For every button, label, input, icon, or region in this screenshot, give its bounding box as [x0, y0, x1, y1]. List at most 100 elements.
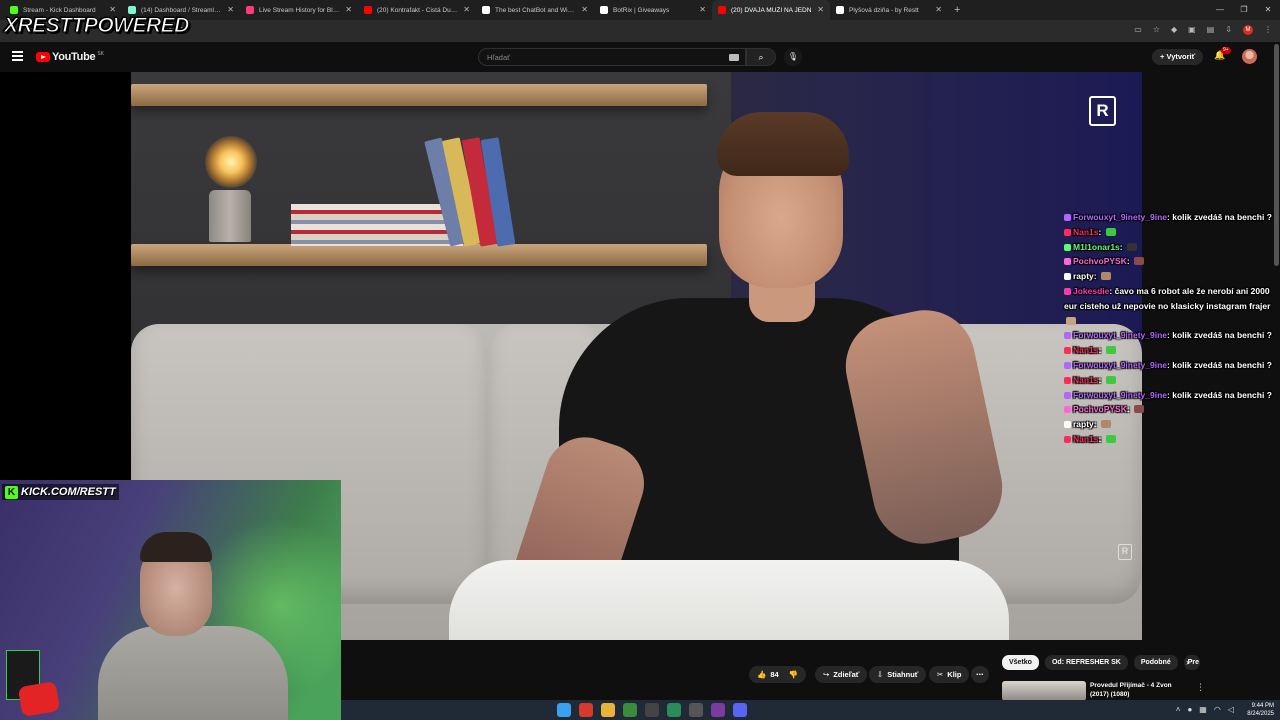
browser-tab[interactable]: Plyšová dziňa - by Restt ✕	[830, 0, 948, 20]
chat-username: rapty	[1073, 271, 1094, 282]
search-button[interactable]: ⌕	[746, 48, 776, 66]
video-book-stack	[291, 204, 463, 246]
maximize-button[interactable]: ❐	[1232, 0, 1256, 20]
share-icon: ↪	[823, 670, 830, 679]
cast-icon[interactable]: ▭	[1134, 25, 1142, 35]
tab-close-icon[interactable]: ✕	[817, 5, 824, 14]
download-button[interactable]: ⇩ Stiahnuť	[869, 666, 927, 683]
terminal-icon[interactable]	[689, 703, 703, 717]
recommendation-thumbnail[interactable]	[1002, 681, 1086, 701]
network-icon[interactable]: ▦	[1199, 705, 1207, 714]
taskbar-apps	[557, 703, 747, 717]
scissors-icon: ✂	[937, 670, 944, 679]
webcam-overlay	[0, 480, 341, 720]
video-shelf-bottom	[131, 244, 707, 266]
tab-favicon-icon	[600, 6, 608, 14]
browser-tab[interactable]: The best ChatBot and Widgets ✕	[476, 0, 594, 20]
kick-logo-icon: K	[5, 485, 18, 499]
clip-button[interactable]: ✂ Klip	[929, 666, 970, 683]
recommendation-more-icon[interactable]: ⋮	[1196, 682, 1205, 693]
like-button[interactable]: 👍 84 👎	[749, 666, 807, 683]
chat-badge-icon	[1064, 376, 1071, 384]
obs-icon[interactable]	[645, 703, 659, 717]
start-icon[interactable]	[557, 703, 571, 717]
recommendation-title[interactable]: Provedul Přijímač - 4 Zvon (2017) (1080)	[1090, 681, 1190, 699]
browser-tab[interactable]: (20) DVAJA MUŽI NA JEDN ✕	[712, 0, 830, 20]
taskbar-clock[interactable]: 9:44 PM 8/24/2025	[1247, 702, 1274, 718]
thumb-down-icon[interactable]: 👎	[789, 670, 798, 679]
chat-username: Nan1s	[1073, 433, 1099, 444]
puzzle-icon[interactable]: ▣	[1188, 25, 1196, 35]
tab-close-icon[interactable]: ✕	[345, 5, 352, 14]
page-scrollbar[interactable]	[1274, 44, 1279, 266]
search-input[interactable]: Hľadať	[478, 48, 746, 66]
brave-icon[interactable]	[579, 703, 593, 717]
account-avatar[interactable]	[1242, 49, 1257, 64]
video-watermark-logo: R	[1089, 96, 1116, 126]
chat-emote-icon	[1134, 405, 1145, 414]
minimize-button[interactable]: —	[1208, 0, 1232, 20]
region-code: SK	[97, 50, 104, 57]
app-icon[interactable]	[667, 703, 681, 717]
profile-icon[interactable]: M	[1243, 25, 1253, 35]
chrome-icon[interactable]	[623, 703, 637, 717]
chip-all[interactable]: Všetko	[1002, 655, 1039, 670]
tab-close-icon[interactable]: ✕	[109, 5, 116, 14]
chat-message: Forwouxyt_9inety_9ine: kolik zvedáš na b…	[1064, 328, 1276, 343]
chat-message: Nan1s:	[1064, 373, 1276, 388]
clip-label: Klip	[947, 670, 962, 679]
create-button[interactable]: + Vytvoriť	[1152, 49, 1204, 65]
chat-username: Forwouxyt_9inety_9ine	[1073, 212, 1168, 222]
volume-icon[interactable]: ◁	[1228, 705, 1234, 714]
share-button[interactable]: ↪ Zdieľať	[815, 666, 868, 683]
notification-badge: 9+	[1221, 47, 1231, 54]
close-window-button[interactable]: ✕	[1256, 0, 1280, 20]
thumb-up-icon: 👍	[757, 670, 767, 679]
keyboard-icon[interactable]	[729, 54, 739, 61]
folder-icon[interactable]	[601, 703, 615, 717]
tab-close-icon[interactable]: ✕	[581, 5, 588, 14]
tray-chevron-icon[interactable]: ˄	[1176, 705, 1181, 714]
youtube-logo[interactable]: YouTube SK	[36, 51, 104, 63]
screen: Stream - Kick Dashboard ✕ (14) Dashboard /…	[0, 0, 1280, 720]
video-corner-watermark: R	[1118, 544, 1132, 560]
chat-emote-icon	[1066, 316, 1076, 325]
chip-from-channel[interactable]: Od: REFRESHER SK	[1044, 655, 1128, 670]
tab-label: (20) DVAJA MUŽI NA JEDN	[731, 6, 812, 14]
more-actions-button[interactable]: ⋯	[971, 666, 989, 683]
chip-related[interactable]: Podobné	[1133, 655, 1178, 670]
bookmark-star-icon[interactable]: ☆	[1153, 25, 1160, 35]
video-lamp-bulb	[205, 136, 257, 188]
discord-icon[interactable]	[733, 703, 747, 717]
browser-tab[interactable]: (20) Kontrafakt - Čistá Duša pr ✕	[358, 0, 476, 20]
tab-close-icon[interactable]: ✕	[463, 5, 470, 14]
chevron-right-icon[interactable]: ›	[1186, 657, 1189, 667]
browser-tab[interactable]: BotRix | Giveaways ✕	[594, 0, 712, 20]
menu-icon[interactable]	[12, 51, 23, 61]
sidebar-icon[interactable]: ▤	[1207, 25, 1215, 35]
tab-close-icon[interactable]: ✕	[699, 5, 706, 14]
chat-username: PochvoPYSK	[1073, 256, 1127, 267]
chat-message: Forwouxyt_9inety_9ine: kolik zvedáš na b…	[1064, 210, 1276, 225]
youtube-header: YouTube SK Hľadať ⌕ 🎙 + Vytvoriť 🔔 9+	[0, 42, 1280, 72]
browser-menu-icon[interactable]: ⋮	[1264, 25, 1272, 35]
extension-icon[interactable]: ◆	[1171, 25, 1177, 35]
download-icon[interactable]: ⇩	[1225, 25, 1232, 35]
wifi-icon[interactable]: ◠	[1214, 705, 1221, 714]
player-letterbox	[0, 72, 131, 480]
mic-tray-icon[interactable]: ●	[1187, 705, 1192, 714]
tab-close-icon[interactable]: ✕	[227, 5, 234, 14]
share-label: Zdieľať	[833, 670, 860, 679]
tab-close-icon[interactable]: ✕	[935, 5, 942, 14]
chat-badge-icon	[1064, 421, 1071, 429]
chat-badge-icon	[1064, 287, 1071, 295]
new-tab-button[interactable]: +	[954, 4, 960, 16]
browser-tab-strip: Stream - Kick Dashboard ✕ (14) Dashboard /…	[0, 0, 1280, 20]
browser-tab[interactable]: Live Stream History for Blerp U ✕	[240, 0, 358, 20]
chat-emote-icon	[1134, 257, 1145, 266]
chat-badge-icon	[1064, 435, 1071, 443]
voice-search-button[interactable]: 🎙	[784, 48, 802, 66]
twitch-icon[interactable]	[711, 703, 725, 717]
chat-emote-icon	[1126, 242, 1137, 251]
chat-message: M1l1onar1s:	[1064, 240, 1276, 255]
